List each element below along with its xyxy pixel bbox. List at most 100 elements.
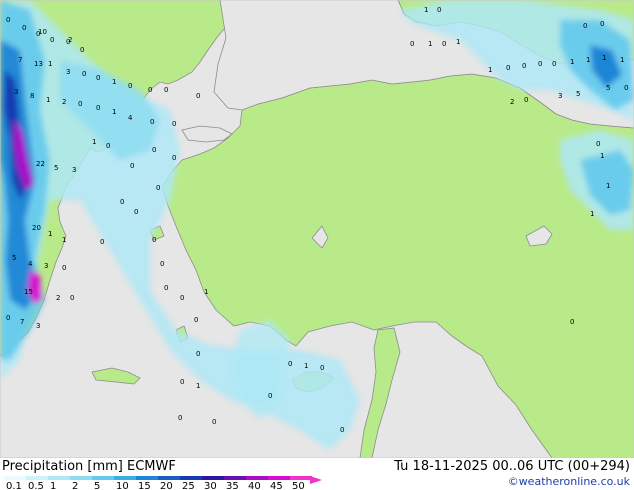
point-value: 7 bbox=[18, 56, 22, 64]
point-value: 0 bbox=[152, 236, 156, 244]
point-value: 3 bbox=[558, 92, 562, 100]
point-value: 0 bbox=[152, 146, 156, 154]
credit-link[interactable]: ©weatheronline.co.uk bbox=[508, 475, 630, 488]
legend-label: 10 bbox=[116, 481, 129, 490]
legend-label: 20 bbox=[160, 481, 173, 490]
point-value: 1 bbox=[112, 78, 116, 86]
point-value: 0 bbox=[340, 426, 344, 434]
point-value: 5 bbox=[576, 90, 580, 98]
point-value: 0 bbox=[106, 142, 110, 150]
legend-swatch bbox=[180, 476, 202, 480]
legend-label: 30 bbox=[204, 481, 217, 490]
point-value: 1 bbox=[602, 54, 606, 62]
point-value: 0 bbox=[130, 162, 134, 170]
point-value: 4 bbox=[128, 114, 133, 122]
point-value: 0 bbox=[180, 294, 184, 302]
point-value: 0 bbox=[552, 60, 556, 68]
point-value: 0 bbox=[583, 22, 587, 30]
point-value: 0 bbox=[164, 86, 168, 94]
legend-swatch bbox=[48, 476, 70, 480]
point-value: 1 bbox=[488, 66, 492, 74]
point-value: 1 bbox=[48, 230, 52, 238]
legend-swatch bbox=[290, 476, 312, 480]
point-value: 2 bbox=[62, 98, 66, 106]
point-value: 0 bbox=[538, 60, 542, 68]
point-value: 0 bbox=[196, 92, 200, 100]
legend-swatch bbox=[246, 476, 268, 480]
legend-label: 5 bbox=[94, 481, 100, 490]
legend-swatch bbox=[70, 476, 92, 480]
point-value: 0 bbox=[410, 40, 414, 48]
point-value: 1 bbox=[62, 236, 66, 244]
point-value: 20 bbox=[32, 224, 41, 232]
map-footer: Precipitation [mm] ECMWF Tu 18-11-2025 0… bbox=[0, 458, 634, 490]
point-value: 10 bbox=[38, 28, 47, 36]
legend-label: 1 bbox=[50, 481, 56, 490]
point-value: 3 bbox=[72, 166, 76, 174]
point-value: 1 bbox=[570, 58, 574, 66]
point-value: 0 bbox=[100, 238, 104, 246]
point-value: 3 bbox=[66, 68, 70, 76]
legend-label: 0.5 bbox=[28, 481, 44, 490]
point-value: 0 bbox=[150, 118, 154, 126]
point-value: 0 bbox=[268, 392, 272, 400]
point-value: 8 bbox=[30, 92, 34, 100]
point-value: 3 bbox=[14, 88, 18, 96]
point-value: 0 bbox=[62, 264, 66, 272]
point-value: 1 bbox=[196, 382, 200, 390]
point-value: 1 bbox=[424, 6, 428, 14]
legend-arrow-icon bbox=[310, 476, 322, 484]
point-value: 4 bbox=[28, 260, 33, 268]
point-value: 0 bbox=[50, 36, 54, 44]
legend-label: 45 bbox=[270, 481, 283, 490]
point-value: 5 bbox=[606, 84, 610, 92]
point-value: 0 bbox=[624, 84, 628, 92]
point-value: 0 bbox=[82, 70, 86, 78]
legend-label: 15 bbox=[138, 481, 151, 490]
point-value: 0 bbox=[172, 120, 176, 128]
point-value: 0 bbox=[128, 82, 132, 90]
point-value: 1 bbox=[620, 56, 624, 64]
legend-swatch bbox=[92, 476, 114, 480]
point-value: 1 bbox=[606, 182, 610, 190]
point-value: 0 bbox=[180, 378, 184, 386]
point-value: 0 bbox=[506, 64, 510, 72]
point-value: 0 bbox=[96, 104, 100, 112]
point-value: 0 bbox=[78, 100, 82, 108]
point-value: 0 bbox=[134, 208, 138, 216]
point-value: 5 bbox=[12, 254, 16, 262]
point-value: 0 bbox=[172, 154, 176, 162]
legend-swatch bbox=[136, 476, 158, 480]
point-value: 5 bbox=[54, 164, 58, 172]
point-value: 1 bbox=[600, 152, 604, 160]
legend-swatches bbox=[4, 476, 312, 480]
legend-swatch bbox=[114, 476, 136, 480]
point-value: 2 bbox=[56, 294, 60, 302]
legend-label: 0.1 bbox=[6, 481, 22, 490]
forecast-run-time: Tu 18-11-2025 00..06 UTC (00+294) bbox=[394, 459, 630, 474]
point-value: 1 bbox=[46, 96, 50, 104]
point-value: 1 bbox=[48, 60, 52, 68]
legend-swatch bbox=[202, 476, 224, 480]
legend-swatch bbox=[26, 476, 48, 480]
point-value: 0 bbox=[160, 260, 164, 268]
point-value: 0 bbox=[320, 364, 324, 372]
legend-label: 25 bbox=[182, 481, 195, 490]
point-value: 0 bbox=[442, 40, 446, 48]
point-value: 0 bbox=[596, 140, 600, 148]
point-value: 0 bbox=[148, 86, 152, 94]
point-value: 1 bbox=[204, 288, 208, 296]
legend-swatch bbox=[158, 476, 180, 480]
point-value: 3 bbox=[36, 322, 40, 330]
legend-label: 40 bbox=[248, 481, 261, 490]
point-value: 3 bbox=[44, 262, 48, 270]
legend-label: 2 bbox=[72, 481, 78, 490]
point-value: 22 bbox=[36, 160, 45, 168]
point-value: 0 bbox=[437, 6, 441, 14]
point-value: 0 bbox=[600, 20, 604, 28]
legend-labels: 0.1 0.5 1 2 5 10 15 20 25 30 35 40 45 50 bbox=[6, 481, 305, 490]
point-value: 0 bbox=[6, 16, 10, 24]
map-title: Precipitation [mm] ECMWF bbox=[2, 459, 176, 474]
point-value: 0 bbox=[6, 314, 10, 322]
legend-label: 50 bbox=[292, 481, 305, 490]
